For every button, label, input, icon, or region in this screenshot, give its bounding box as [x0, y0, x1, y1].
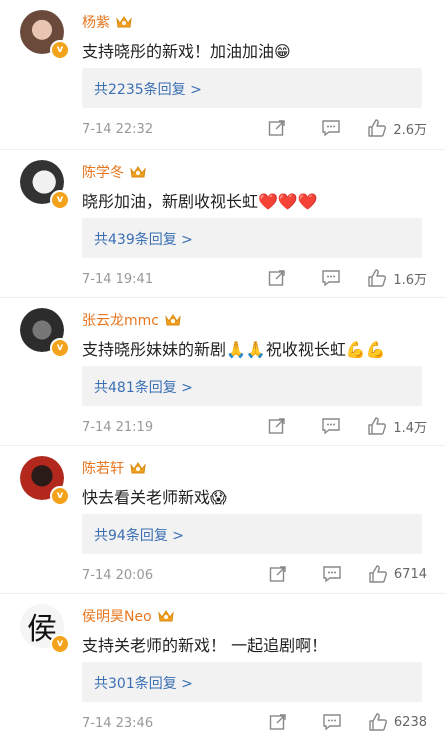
- comment-date: 7-14 19:41: [82, 272, 154, 287]
- like-count: 6714: [393, 566, 427, 582]
- comment-item: v 张云龙mmc 支持晓彤妹妹的新剧🙏🙏祝收视长虹💪💪 共481条回复 > 7-…: [0, 298, 445, 446]
- verified-badge-icon: v: [50, 190, 70, 210]
- like-icon: [368, 269, 387, 287]
- comment-actions: 1.4万: [267, 416, 427, 436]
- vip-crown-icon: [165, 313, 181, 327]
- reply-link[interactable]: 共94条回复 >: [94, 525, 184, 545]
- vip-crown-icon: [130, 165, 146, 179]
- share-icon[interactable]: [268, 712, 288, 732]
- comment-icon[interactable]: [321, 268, 341, 288]
- comment-date: 7-14 21:19: [82, 420, 154, 435]
- commenter-name[interactable]: 陈学冬: [82, 162, 146, 182]
- like-icon: [369, 713, 387, 731]
- comment-item: 侯 v 侯明昊Neo 支持关老师的新戏！ 一起追剧啊！ 共301条回复 > 7-…: [0, 594, 445, 735]
- comment-text: 支持关老师的新戏！ 一起追剧啊！: [82, 636, 328, 655]
- vip-crown-icon: [130, 461, 146, 475]
- comment-date: 7-14 22:32: [82, 122, 154, 137]
- comment-item: v 陈若轩 快去看关老师新戏😱 共94条回复 > 7-14 20:06 6714: [0, 446, 445, 594]
- verified-badge-icon: v: [50, 338, 70, 358]
- share-icon[interactable]: [267, 416, 287, 436]
- comment-actions: 6714: [268, 564, 427, 584]
- comment-text: 快去看关老师新戏😱: [82, 488, 227, 507]
- comment-icon[interactable]: [321, 118, 341, 138]
- reply-box[interactable]: 共301条回复 >: [82, 662, 422, 702]
- comment-icon[interactable]: [321, 416, 341, 436]
- vip-crown-icon: [157, 609, 174, 623]
- comment-icon[interactable]: [322, 712, 342, 732]
- reply-box[interactable]: 共481条回复 >: [82, 366, 422, 406]
- share-icon[interactable]: [267, 118, 287, 138]
- comment-item: v 杨紫 支持晓彤的新戏！加油加油😁 共2235条回复 > 7-14 22:32…: [0, 0, 445, 150]
- verified-badge-icon: v: [50, 486, 70, 506]
- commenter-name[interactable]: 陈若轩: [82, 458, 146, 478]
- reply-box[interactable]: 共2235条回复 >: [82, 68, 422, 108]
- comment-text: 支持晓彤妹妹的新剧🙏🙏祝收视长虹💪💪: [82, 340, 386, 359]
- reply-link[interactable]: 共481条回复 >: [94, 377, 193, 397]
- reply-box[interactable]: 共94条回复 >: [82, 514, 422, 554]
- verified-badge-icon: v: [50, 40, 70, 60]
- comment-actions: 1.6万: [267, 268, 427, 288]
- like-count: 6238: [393, 714, 427, 730]
- commenter-name[interactable]: 杨紫: [82, 12, 132, 32]
- like-button[interactable]: 1.6万: [367, 268, 427, 288]
- commenter-name[interactable]: 张云龙mmc: [82, 310, 181, 330]
- reply-link[interactable]: 共439条回复 >: [94, 229, 193, 249]
- reply-box[interactable]: 共439条回复 >: [82, 218, 422, 258]
- verified-badge-icon: v: [50, 634, 70, 654]
- like-count: 1.6万: [393, 272, 427, 288]
- like-button[interactable]: 1.4万: [367, 416, 427, 436]
- commenter-name[interactable]: 侯明昊Neo: [82, 606, 174, 626]
- comment-actions: 2.6万: [267, 118, 427, 138]
- like-button[interactable]: 6714: [368, 564, 427, 584]
- vip-crown-icon: [116, 15, 132, 29]
- reply-link[interactable]: 共2235条回复 >: [94, 79, 202, 99]
- reply-link[interactable]: 共301条回复 >: [94, 673, 193, 693]
- like-icon: [368, 417, 387, 435]
- like-icon: [368, 119, 387, 137]
- like-button[interactable]: 6238: [368, 712, 427, 732]
- comment-icon[interactable]: [322, 564, 342, 584]
- comment-text: 晓彤加油，新剧收视长虹❤️❤️❤️: [82, 192, 318, 211]
- comment-date: 7-14 23:46: [82, 716, 154, 731]
- like-count: 1.4万: [393, 420, 427, 436]
- like-count: 2.6万: [393, 122, 427, 138]
- like-icon: [369, 565, 387, 583]
- comment-date: 7-14 20:06: [82, 568, 154, 583]
- comment-text: 支持晓彤的新戏！加油加油😁: [82, 42, 291, 61]
- share-icon[interactable]: [267, 268, 287, 288]
- share-icon[interactable]: [268, 564, 288, 584]
- like-button[interactable]: 2.6万: [367, 118, 427, 138]
- comment-actions: 6238: [268, 712, 427, 732]
- comment-item: v 陈学冬 晓彤加油，新剧收视长虹❤️❤️❤️ 共439条回复 > 7-14 1…: [0, 150, 445, 298]
